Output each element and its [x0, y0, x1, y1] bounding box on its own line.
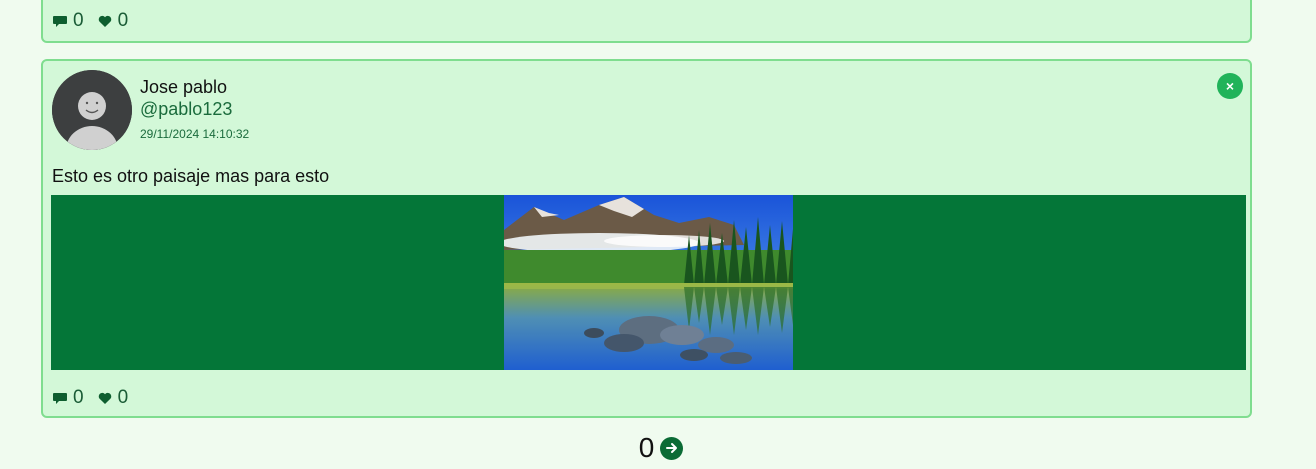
next-page-button[interactable]: [660, 436, 684, 460]
comment-count: 0: [73, 10, 84, 31]
current-page-number: 0: [638, 432, 655, 463]
landscape-image[interactable]: [504, 195, 793, 370]
post-stats: 0 0: [52, 387, 141, 409]
post-card-previous: 0 0: [41, 0, 1252, 43]
post-media: [51, 195, 1246, 370]
author-name[interactable]: Jose pablo: [140, 77, 227, 98]
post-timestamp: 29/11/2024 14:10:32: [140, 127, 250, 141]
like-count: 0: [117, 387, 129, 408]
heart-icon[interactable]: [97, 390, 113, 406]
delete-post-button[interactable]: ×: [1217, 73, 1243, 99]
arrow-right-icon: [665, 443, 677, 453]
post-stats: 0 0: [52, 10, 141, 32]
heart-icon[interactable]: [97, 13, 113, 29]
pagination: 0: [0, 432, 1316, 464]
avatar[interactable]: [52, 70, 132, 150]
author-handle[interactable]: @pablo123: [140, 99, 232, 120]
post-text: Esto es otro paisaje mas para esto: [52, 166, 330, 186]
comment-count: 0: [73, 387, 84, 408]
like-count: 0: [117, 10, 129, 31]
comment-icon[interactable]: [52, 390, 68, 406]
comment-icon[interactable]: [52, 13, 68, 29]
post-card: Jose pablo @pablo123 29/11/2024 14:10:32…: [41, 59, 1252, 418]
